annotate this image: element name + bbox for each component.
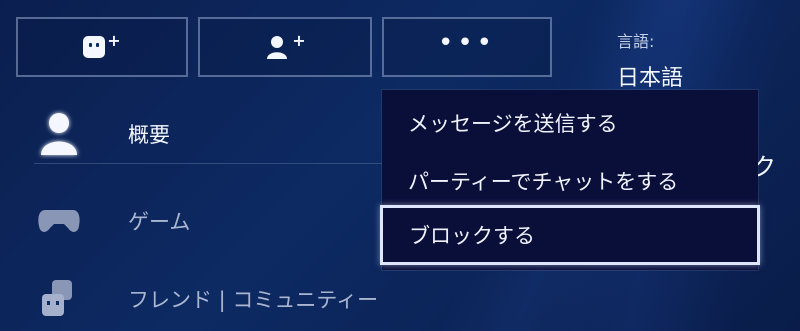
menu-item-block[interactable]: ブロックする: [380, 205, 760, 265]
plus-icon: +: [292, 30, 306, 50]
user-icon: [34, 109, 84, 159]
menu-item-send-message[interactable]: メッセージを送信する: [382, 94, 758, 152]
add-user-button[interactable]: +: [198, 17, 372, 77]
face-icon: [83, 36, 106, 58]
plus-icon: +: [107, 30, 121, 50]
friends-icon: [34, 274, 84, 324]
options-menu: メッセージを送信する パーティーでチャットをする ブロックする: [380, 90, 760, 270]
list-item-game[interactable]: ゲーム: [34, 192, 394, 250]
gamepad-icon: [34, 196, 84, 246]
list-item-label: 概要: [128, 123, 170, 147]
language-value: 日本語: [617, 66, 684, 91]
user-icon: [267, 36, 288, 59]
menu-item-party-chat[interactable]: パーティーでチャットをする: [382, 152, 758, 210]
more-options-button[interactable]: •••: [382, 17, 552, 77]
add-friend-button[interactable]: +: [16, 17, 188, 77]
language-label: 言語:: [617, 32, 655, 51]
list-item-label: フレンド | コミュニティー: [128, 288, 379, 312]
list-item-overview[interactable]: 概要: [34, 105, 394, 164]
more-dots-icon: •••: [437, 28, 496, 58]
list-item-label: ゲーム: [128, 210, 191, 234]
list-item-friends-community[interactable]: フレンド | コミュニティー: [34, 270, 394, 328]
